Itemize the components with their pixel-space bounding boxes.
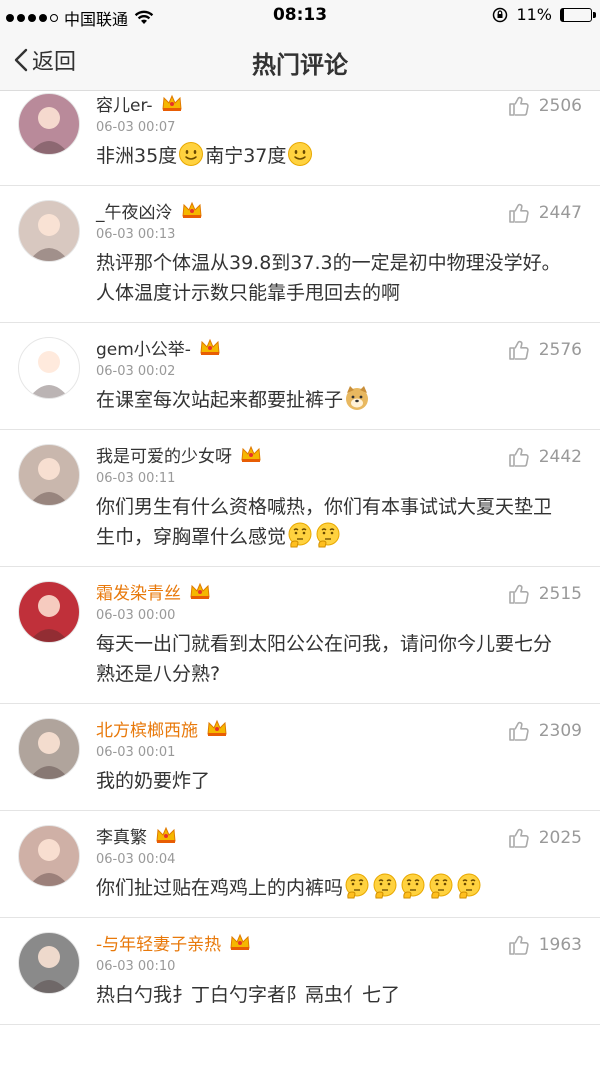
thinking-emoji-icon: [457, 873, 481, 899]
comment-timestamp: 06-03 00:04: [96, 852, 176, 867]
vip-crown-icon: [230, 933, 250, 950]
comment-item[interactable]: 我是可爱的少女呀 06-03 00:11 你们男生有什么资格喊热，你们有本事试试大夏…: [0, 430, 600, 567]
page-title: 热门评论: [252, 51, 348, 79]
comment-text: 非洲35度: [96, 145, 178, 167]
comment-text: 热评那个体温从39.8到37.3的一定是初中物理没学好。人体温度计示数只能靠手甩…: [96, 252, 561, 304]
thumbs-up-icon: [508, 96, 529, 116]
comment-username[interactable]: 李真繁: [96, 823, 147, 848]
thumbs-up-icon: [508, 584, 529, 604]
thumbs-up-icon: [508, 447, 529, 467]
status-bar: 中国联通 08:13 11%: [0, 0, 600, 30]
comment-username[interactable]: 霜发染青丝: [96, 579, 181, 604]
like-button[interactable]: 2515: [508, 583, 582, 605]
comment-item[interactable]: 李真繁 06-03 00:04 你们扯过贴在鸡鸡上的内裤吗 2025: [0, 811, 600, 918]
vip-crown-icon: [207, 719, 227, 736]
like-button[interactable]: 2025: [508, 827, 582, 849]
comment-username[interactable]: 容儿er-: [96, 91, 153, 116]
comment-text: 每天一出门就看到太阳公公在问我，请问你今儿要七分熟还是八分熟?: [96, 633, 553, 685]
avatar[interactable]: [18, 444, 80, 506]
comment-username[interactable]: -与年轻妻子亲热: [96, 930, 221, 955]
like-count: 2506: [538, 96, 582, 116]
like-button[interactable]: 1963: [508, 934, 582, 956]
vip-crown-icon: [161, 94, 182, 111]
thinking-emoji-icon: [316, 522, 340, 548]
doge-emoji-icon: [346, 386, 369, 410]
comment-item[interactable]: 容儿er- 06-03 00:07 非洲35度 南宁37度 2506: [0, 91, 600, 186]
nav-bar: 返回 热门评论: [0, 30, 600, 91]
like-count: 2442: [538, 447, 582, 467]
comment-item[interactable]: 北方槟榔西施 06-03 00:01 我的奶要炸了 2309: [0, 704, 600, 811]
avatar[interactable]: [18, 337, 80, 399]
orientation-lock-icon: [493, 7, 508, 22]
thumbs-up-icon: [508, 828, 529, 848]
thinking-emoji-icon: [345, 873, 369, 899]
battery-percent: 11%: [516, 5, 552, 24]
vip-crown-icon: [181, 201, 202, 218]
comment-username[interactable]: gem小公举-: [96, 335, 191, 360]
like-count: 2576: [538, 340, 582, 360]
vip-crown-icon: [190, 582, 210, 599]
like-count: 2309: [538, 721, 582, 741]
comment-timestamp: 06-03 00:02: [96, 364, 176, 379]
avatar[interactable]: [18, 200, 80, 262]
comment-item[interactable]: 霜发染青丝 06-03 00:00 每天一出门就看到太阳公公在问我，请问你今儿要七分…: [0, 567, 600, 704]
comment-item[interactable]: -与年轻妻子亲热 06-03 00:10 热白勺我扌丁白勺字者阝鬲虫亻七了 1963: [0, 918, 600, 1025]
battery-icon: [560, 7, 596, 22]
thumbs-up-icon: [508, 340, 529, 360]
like-button[interactable]: 2309: [508, 720, 582, 742]
avatar[interactable]: [18, 932, 80, 994]
comment-timestamp: 06-03 00:11: [96, 471, 176, 486]
comment-item[interactable]: _午夜凶泠 06-03 00:13 热评那个体温从39.8到37.3的一定是初中物理…: [0, 186, 600, 323]
like-count: 2025: [538, 828, 582, 848]
comment-list[interactable]: 容儿er- 06-03 00:07 非洲35度 南宁37度 2506 _午夜凶泠 06-03…: [0, 91, 600, 1067]
comment-text-continued: 南宁37度: [205, 145, 287, 167]
comment-item[interactable]: gem小公举- 06-03 00:02 在课室每次站起来都要扯裤子 2576: [0, 323, 600, 430]
vip-crown-icon: [200, 338, 220, 355]
thinking-emoji-icon: [288, 522, 312, 548]
smile-emoji-icon: [179, 142, 204, 166]
comment-timestamp: 06-03 00:00: [96, 608, 176, 623]
comment-timestamp: 06-03 00:01: [96, 745, 176, 760]
comment-text: 在课室每次站起来都要扯裤子: [96, 389, 344, 411]
like-count: 2515: [538, 584, 582, 604]
thinking-emoji-icon: [429, 873, 453, 899]
thumbs-up-icon: [508, 203, 529, 223]
comment-timestamp: 06-03 00:13: [96, 227, 176, 242]
like-count: 1963: [538, 935, 582, 955]
like-button[interactable]: 2442: [508, 446, 582, 468]
comment-text: 我的奶要炸了: [96, 770, 211, 792]
comment-text: 你们扯过贴在鸡鸡上的内裤吗: [96, 877, 344, 899]
avatar[interactable]: [18, 93, 80, 155]
comment-timestamp: 06-03 00:10: [96, 959, 176, 974]
comment-username[interactable]: _午夜凶泠: [96, 198, 173, 223]
thumbs-up-icon: [508, 935, 529, 955]
avatar[interactable]: [18, 581, 80, 643]
vip-crown-icon: [241, 445, 261, 462]
avatar[interactable]: [18, 825, 80, 887]
thumbs-up-icon: [508, 721, 529, 741]
like-button[interactable]: 2576: [508, 339, 582, 361]
thinking-emoji-icon: [373, 873, 397, 899]
like-button[interactable]: 2506: [508, 95, 582, 117]
comment-text: 热白勺我扌丁白勺字者阝鬲虫亻七了: [96, 984, 401, 1006]
like-button[interactable]: 2447: [508, 202, 582, 224]
smile-emoji-icon: [288, 142, 313, 166]
comment-timestamp: 06-03 00:07: [96, 120, 176, 135]
comment-username[interactable]: 我是可爱的少女呀: [96, 442, 232, 467]
like-count: 2447: [538, 203, 582, 223]
vip-crown-icon: [156, 826, 176, 843]
thinking-emoji-icon: [401, 873, 425, 899]
avatar[interactable]: [18, 718, 80, 780]
comment-username[interactable]: 北方槟榔西施: [96, 716, 198, 741]
